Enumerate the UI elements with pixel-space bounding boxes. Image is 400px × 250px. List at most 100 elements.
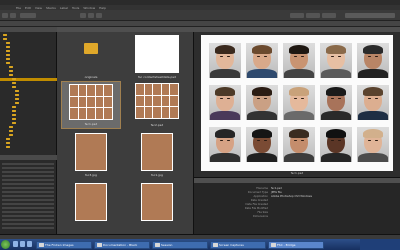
folder-icon[interactable] [6, 46, 10, 49]
filter-row[interactable] [2, 227, 54, 229]
folder-icon[interactable] [9, 74, 13, 77]
metadata-row: File Size [257, 211, 269, 214]
filter-row[interactable] [2, 191, 54, 193]
folder-icon[interactable] [12, 114, 16, 117]
filter-row[interactable] [2, 187, 54, 189]
filter-row[interactable] [2, 199, 54, 201]
preview-tab[interactable] [194, 27, 400, 32]
filter-row[interactable] [2, 171, 54, 173]
quicklaunch-icon[interactable] [13, 241, 18, 247]
menu-item-tools[interactable]: Tools [72, 6, 79, 10]
filter-row[interactable] [2, 163, 54, 165]
folder-icon[interactable] [6, 42, 10, 45]
thumbnail-originals[interactable]: originals [61, 33, 121, 81]
thumbnail-fsc1-jpg[interactable]: fsc1.jpg [127, 131, 187, 179]
filter-row[interactable] [2, 223, 54, 225]
filter-row[interactable] [2, 175, 54, 177]
folder-icon[interactable] [9, 126, 13, 129]
menu-item-view[interactable]: View [35, 6, 42, 10]
metadata-row: Application Adobe Photoshop CS3 Windows [253, 195, 313, 198]
folders-tab[interactable] [0, 27, 57, 32]
quicklaunch-icon[interactable] [20, 241, 25, 247]
folder-icon[interactable] [3, 38, 7, 41]
content-panel: originals fsc contactsheetdata.psd fsc1.… [57, 27, 194, 234]
workspace-metadata[interactable] [322, 13, 336, 18]
filter-tab[interactable] [0, 155, 57, 160]
taskbar: The FinCen Images Documentation - Black … [0, 239, 400, 250]
workspace-essentials[interactable] [290, 13, 304, 18]
start-button[interactable] [1, 240, 10, 249]
folder-icon[interactable] [9, 130, 13, 133]
folder-dropdown[interactable] [20, 13, 36, 18]
folder-icon[interactable] [15, 90, 19, 93]
quicklaunch-icon[interactable] [27, 241, 32, 247]
menu-item-stacks[interactable]: Stacks [46, 6, 56, 10]
thumbnail-item[interactable] [127, 181, 187, 229]
folder-icon[interactable] [6, 138, 10, 141]
folder-icon[interactable] [6, 62, 10, 65]
folder-icon[interactable] [12, 122, 16, 125]
folder-icon[interactable] [3, 34, 7, 37]
folder-icon[interactable] [6, 142, 10, 145]
filter-row[interactable] [2, 207, 54, 209]
folder-icon[interactable] [15, 102, 19, 105]
refine-icon[interactable] [96, 13, 102, 18]
thumbnail-item[interactable] [61, 181, 121, 229]
content-tab[interactable] [57, 27, 194, 32]
filter-row[interactable] [2, 179, 54, 181]
menu-item-file[interactable]: File [16, 6, 21, 10]
menu-item-window[interactable]: Window [83, 6, 95, 10]
filter-row[interactable] [2, 183, 54, 185]
system-tray [360, 239, 400, 250]
filter-row[interactable] [2, 167, 54, 169]
folder-icon[interactable] [9, 134, 13, 137]
folder-icon [84, 43, 98, 54]
back-button[interactable] [2, 13, 8, 18]
thumbnail-fsc2-psd[interactable]: fsc2.psd [127, 81, 187, 129]
thumbnail-contactsheetdata[interactable]: fsc contactsheetdata.psd [127, 33, 187, 81]
filter-row[interactable] [2, 211, 54, 213]
taskbar-button-active[interactable]: FSC - Bridge [268, 240, 324, 249]
thumbnail-image [75, 133, 107, 171]
folder-icon[interactable] [15, 94, 19, 97]
taskbar-button[interactable]: Screen Captures [210, 240, 266, 249]
folder-icon[interactable] [12, 82, 16, 85]
folder-icon[interactable] [15, 98, 19, 101]
folder-icon[interactable] [12, 118, 16, 121]
taskbar-button[interactable]: Documentation - Black [94, 240, 150, 249]
metadata-row: Filename fsc1.psd [256, 187, 282, 190]
folder-icon[interactable] [12, 110, 16, 113]
filter-row[interactable] [2, 203, 54, 205]
thumbnail-fsc3-jpg[interactable]: fsc3.jpg [61, 131, 121, 179]
folder-icon[interactable] [9, 66, 13, 69]
search-input[interactable] [345, 13, 395, 18]
forward-button[interactable] [10, 13, 16, 18]
folder-icon[interactable] [9, 70, 13, 73]
folder-icon[interactable] [6, 50, 10, 53]
tree-item-selected[interactable] [0, 78, 57, 81]
bridge-icon [270, 243, 276, 247]
folder-icon[interactable] [6, 146, 10, 149]
thumbnail-label: fsc contactsheetdata.psd [138, 75, 176, 79]
folder-icon[interactable] [12, 86, 16, 89]
boomerang-icon[interactable] [80, 13, 86, 18]
menu-item-edit[interactable]: Edit [25, 6, 31, 10]
folder-icon[interactable] [12, 106, 16, 109]
taskbar-button[interactable]: Session [152, 240, 208, 249]
folder-icon[interactable] [6, 58, 10, 61]
window-icon [212, 243, 218, 247]
menu-item-label[interactable]: Label [60, 6, 68, 10]
camera-icon[interactable] [88, 13, 94, 18]
metadata-tab[interactable] [194, 178, 400, 183]
filter-row[interactable] [2, 219, 54, 221]
taskbar-button[interactable]: The FinCen Images [36, 240, 92, 249]
filter-row[interactable] [2, 195, 54, 197]
menu-item-help[interactable]: Help [99, 6, 106, 10]
folder-icon[interactable] [6, 54, 10, 57]
filter-row[interactable] [2, 215, 54, 217]
portrait-photo [357, 127, 389, 162]
metadata-row: Date File Created [245, 203, 268, 206]
portrait-photo [283, 85, 315, 120]
workspace-filmstrip[interactable] [306, 13, 320, 18]
thumbnail-fsc1-psd[interactable]: fsc1.psd [61, 81, 121, 129]
